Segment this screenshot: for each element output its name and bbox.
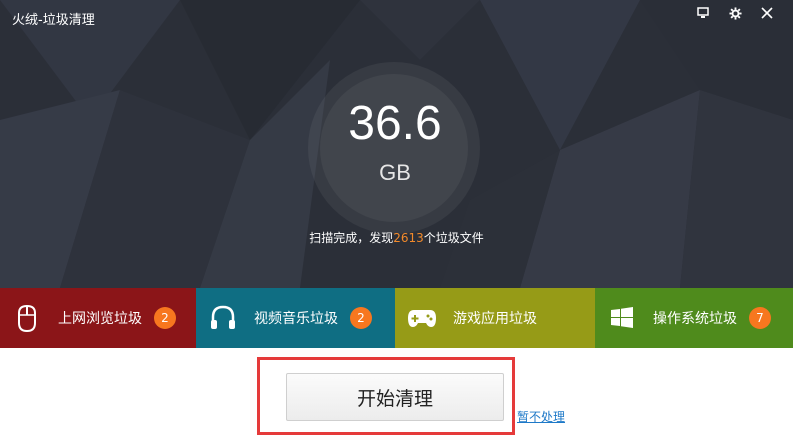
category-games-apps[interactable]: 游戏应用垃圾 — [395, 288, 595, 348]
scan-status: 扫描完成，发现2613个垃圾文件 — [0, 229, 793, 246]
junk-size-unit: GB — [379, 160, 411, 185]
start-clean-button[interactable]: 开始清理 — [286, 373, 504, 421]
category-count-badge: 2 — [154, 307, 176, 329]
scan-status-prefix: 扫描完成，发现 — [309, 231, 394, 245]
junk-file-count: 2613 — [393, 231, 424, 245]
category-label: 操作系统垃圾 — [653, 311, 737, 327]
junk-size-value: 36.6 — [348, 97, 442, 150]
category-bar: 上网浏览垃圾 2 视频音乐垃圾 2 游戏应用垃圾 操作系统垃圾 7 — [0, 288, 793, 348]
category-video-music[interactable]: 视频音乐垃圾 2 — [196, 288, 395, 348]
category-label: 游戏应用垃圾 — [453, 311, 537, 327]
summary-panel: 火绒-垃圾清理 36.6 GB 扫描完成，发现2613个垃圾文件 — [0, 0, 793, 288]
window-controls — [687, 2, 783, 24]
gear-icon[interactable] — [719, 2, 751, 24]
category-web-browsing[interactable]: 上网浏览垃圾 2 — [0, 288, 196, 348]
windows-logo-icon — [607, 303, 637, 333]
scan-status-suffix: 个垃圾文件 — [423, 231, 484, 245]
title-bar: 火绒-垃圾清理 — [0, 0, 793, 32]
category-count-badge: 7 — [749, 307, 771, 329]
skip-link[interactable]: 暂不处理 — [517, 408, 565, 425]
gamepad-icon — [407, 303, 437, 333]
close-icon[interactable] — [751, 2, 783, 24]
action-area: 开始清理 暂不处理 — [0, 348, 793, 443]
category-label: 视频音乐垃圾 — [254, 311, 338, 327]
category-operating-system[interactable]: 操作系统垃圾 7 — [595, 288, 793, 348]
headphones-icon — [208, 303, 238, 333]
category-label: 上网浏览垃圾 — [58, 311, 142, 327]
mouse-icon — [12, 303, 42, 333]
cleanup-window: 火绒-垃圾清理 36.6 GB 扫描完成，发现2613个垃圾文件 上网浏览垃圾 … — [0, 0, 793, 443]
window-title: 火绒-垃圾清理 — [12, 13, 95, 28]
feedback-icon[interactable] — [687, 2, 719, 24]
category-count-badge: 2 — [350, 307, 372, 329]
